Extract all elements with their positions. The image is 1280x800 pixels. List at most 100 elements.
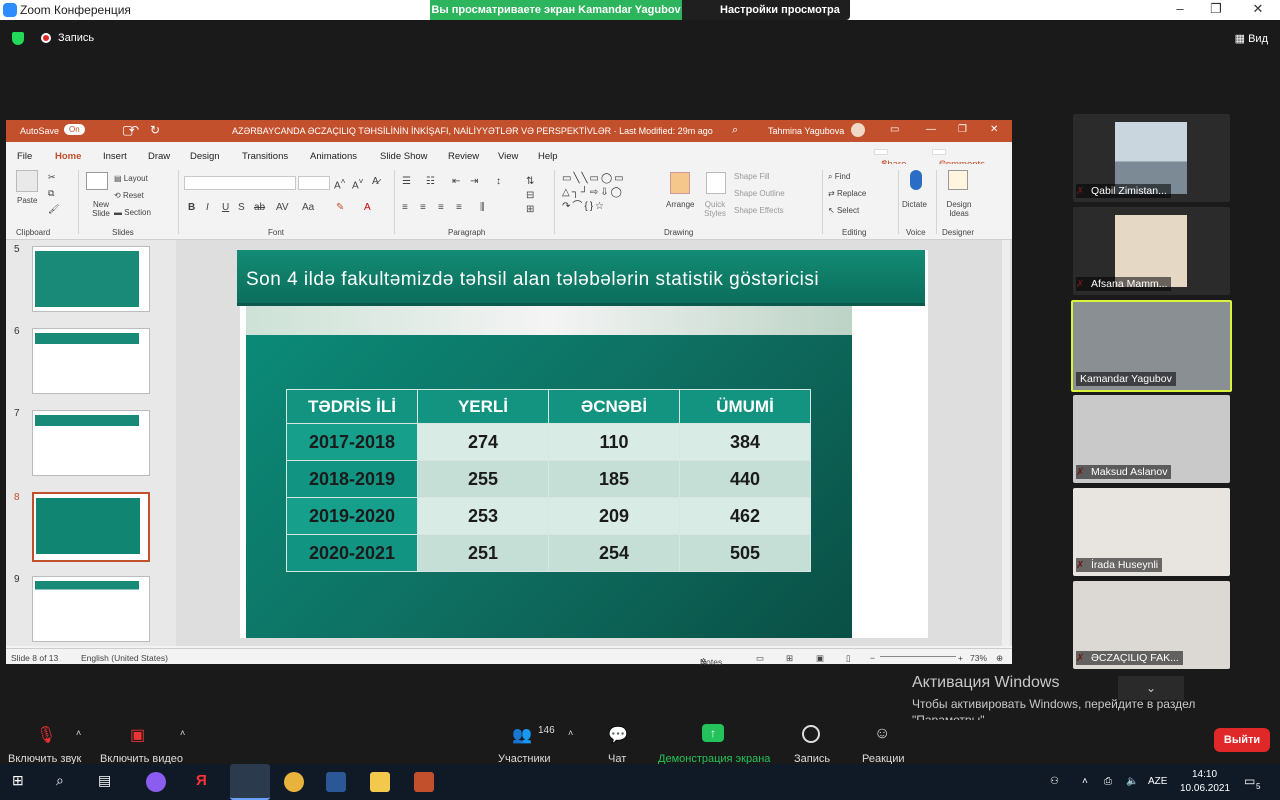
tab-help[interactable]: Help (538, 151, 558, 162)
avatar[interactable] (851, 123, 865, 137)
tab-slide-show[interactable]: Slide Show (380, 151, 428, 162)
numbering-icon[interactable]: ☷ (426, 176, 435, 187)
clear-format-icon[interactable]: A̷ (372, 176, 379, 187)
reactions-icon[interactable]: ☺ (874, 725, 894, 743)
quick-styles-button[interactable]: Quick Styles (700, 200, 730, 218)
indent-decrease-icon[interactable]: ⇤ (452, 176, 460, 187)
zoom-in-icon[interactable]: + (958, 653, 963, 663)
network-icon[interactable]: ⎙ (1104, 776, 1112, 787)
comments-button[interactable]: ▭ Comments (932, 149, 985, 170)
new-slide-icon[interactable] (86, 172, 108, 190)
chevron-up-icon[interactable]: ˄ (1082, 776, 1088, 787)
view-button[interactable]: ▦ Вид (1235, 32, 1268, 45)
quick-styles-icon[interactable] (706, 172, 726, 194)
reset-button[interactable]: ⟲ Reset (114, 191, 144, 200)
layout-button[interactable]: ▤ Layout (114, 174, 148, 183)
current-slide[interactable]: TƏDRİS İLİ YERLİ ƏCNƏBİ ÜMUMİ 2017-2018 … (237, 250, 928, 638)
tab-view[interactable]: View (498, 151, 518, 162)
powerpoint-icon[interactable] (414, 772, 434, 792)
zoom-out-icon[interactable]: − (870, 653, 875, 663)
participant-tile[interactable]: ✗ Qabil Zimistan... (1073, 114, 1230, 202)
close-icon[interactable]: ✕ (1248, 1, 1268, 17)
paste-button[interactable]: Paste (17, 196, 37, 205)
task-view-icon[interactable]: ▤ (98, 772, 118, 792)
zoom-slider[interactable] (880, 656, 956, 657)
windows-start-icon[interactable]: ⊞ (12, 772, 32, 792)
slideshow-icon[interactable]: ▯ (846, 653, 851, 664)
autosave-toggle[interactable]: On (64, 124, 85, 135)
tab-review[interactable]: Review (448, 151, 479, 162)
undo-icon[interactable]: ↶ (129, 123, 139, 137)
slide-thumbnail-7[interactable] (32, 410, 150, 476)
section-button[interactable]: ▬ Section (114, 208, 151, 217)
view-options-button[interactable]: Настройки просмотра ⌄ (682, 0, 850, 36)
language-indicator[interactable]: English (United States) (81, 653, 168, 663)
participant-tile-active-speaker[interactable]: Kamandar Yagubov (1071, 300, 1232, 392)
shape-effects-button[interactable]: Shape Effects (734, 206, 784, 215)
shape-outline-button[interactable]: Shape Outline (734, 189, 785, 198)
select-button[interactable]: ↖ Select (828, 206, 859, 215)
replace-button[interactable]: ⇄ Replace (828, 189, 866, 198)
record-icon[interactable] (802, 725, 820, 743)
tab-transitions[interactable]: Transitions (242, 151, 288, 162)
fit-slide-icon[interactable]: ⊕ (996, 653, 1003, 664)
participant-tile[interactable]: ✗ Afsana Mamm... (1073, 207, 1230, 295)
share-screen-icon[interactable]: ↑ (702, 724, 724, 742)
clock-date[interactable]: 10.06.2021 (1180, 783, 1230, 794)
bold-icon[interactable]: B (188, 202, 195, 213)
normal-view-icon[interactable]: ▭ (756, 653, 764, 664)
slide-thumbnail-6[interactable] (32, 328, 150, 394)
design-ideas-button[interactable]: Design Ideas (946, 200, 972, 218)
smartart-icon[interactable]: ⊞ (526, 204, 534, 215)
tab-animations[interactable]: Animations (310, 151, 357, 162)
chat-icon[interactable]: 💬 (608, 725, 628, 744)
participant-tile[interactable]: ✗ Maksud Aslanov (1073, 395, 1230, 483)
indent-increase-icon[interactable]: ⇥ (470, 176, 478, 187)
chevron-up-icon[interactable]: ˄ (76, 728, 81, 738)
participant-tile[interactable]: ✗ ƏCZAÇILIQ FAK... (1073, 581, 1230, 669)
tab-insert[interactable]: Insert (103, 151, 127, 162)
change-case-icon[interactable]: Aa (302, 202, 314, 213)
dictate-button[interactable]: Dictate (902, 200, 927, 209)
chrome-icon[interactable] (284, 772, 304, 792)
tab-draw[interactable]: Draw (148, 151, 170, 162)
people-icon[interactable]: ⚇ (1050, 776, 1059, 787)
restore-icon[interactable]: ❐ (958, 124, 967, 135)
file-explorer-icon[interactable] (370, 772, 390, 792)
cut-icon[interactable]: ✂ (48, 172, 56, 183)
char-spacing-icon[interactable]: AV (276, 202, 289, 213)
account-name[interactable]: Tahmina Yagubova (768, 126, 844, 136)
justify-icon[interactable]: ≡ (456, 202, 462, 213)
slide-thumbnail-8[interactable] (32, 492, 150, 562)
close-icon[interactable]: ✕ (990, 124, 998, 135)
muted-mic-icon[interactable]: 🎙 (36, 725, 56, 744)
vertical-scrollbar[interactable] (1002, 240, 1010, 646)
font-name-select[interactable] (184, 176, 296, 190)
font-size-select[interactable] (298, 176, 330, 190)
strikethrough-icon[interactable]: ab (254, 202, 265, 213)
share-button[interactable]: ⇪ Share (874, 149, 906, 170)
bullets-icon[interactable]: ☰ (402, 176, 411, 187)
align-right-icon[interactable]: ≡ (438, 202, 444, 213)
security-shield-icon[interactable] (12, 32, 24, 45)
participants-icon[interactable]: 👥 (512, 725, 532, 744)
shapes-gallery[interactable]: ▭╲╲▭◯▭ △┐┘⇨⇩◯ ↷⌒{}☆ (562, 172, 652, 216)
italic-icon[interactable]: I (206, 202, 209, 213)
redo-icon[interactable]: ↻ (150, 123, 160, 137)
tab-file[interactable]: File (17, 151, 32, 162)
columns-icon[interactable]: ⫼ (480, 202, 485, 213)
underline-icon[interactable]: U (222, 202, 229, 213)
slide-thumbnail-9[interactable] (32, 576, 150, 642)
align-text-icon[interactable]: ⊟ (526, 190, 534, 201)
search-icon[interactable]: ⌕ (732, 124, 738, 137)
align-center-icon[interactable]: ≡ (420, 202, 426, 213)
shape-fill-button[interactable]: Shape Fill (734, 172, 770, 181)
volume-icon[interactable]: 🔈 (1126, 776, 1138, 787)
word-icon[interactable] (326, 772, 346, 792)
arrange-icon[interactable] (670, 172, 690, 194)
input-language[interactable]: AZE (1148, 776, 1167, 787)
yandex-icon[interactable]: Я (196, 772, 216, 792)
microphone-icon[interactable] (910, 170, 922, 190)
search-icon[interactable]: ⌕ (56, 772, 76, 792)
chevron-up-icon[interactable]: ˄ (568, 728, 573, 738)
